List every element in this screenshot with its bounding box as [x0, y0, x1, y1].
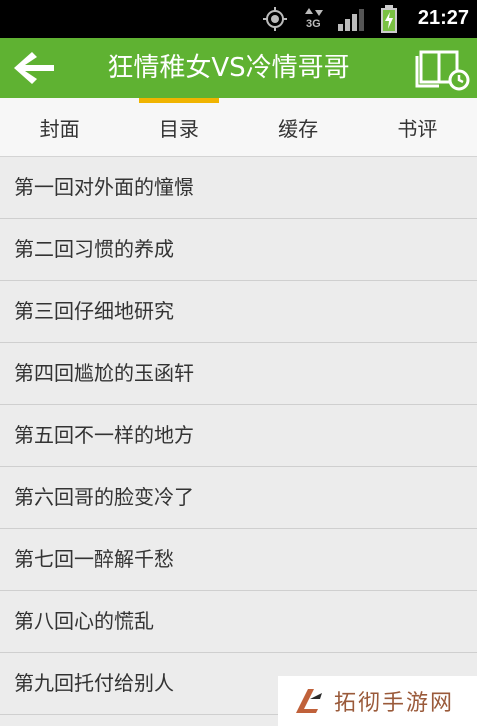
chapter-item[interactable]: 第七回一醉解千愁: [0, 529, 477, 591]
action-bar: 狂情稚女VS冷情哥哥: [0, 38, 477, 98]
bookshelf-button[interactable]: [415, 44, 471, 92]
page-title: 狂情稚女VS冷情哥哥: [107, 53, 350, 83]
chapter-item[interactable]: 第五回不一样的地方: [0, 405, 477, 467]
chapter-item[interactable]: 第六回哥的脸变冷了: [0, 467, 477, 529]
chapter-item[interactable]: 第三回仔细地研究: [0, 281, 477, 343]
chapter-item[interactable]: 第二回习惯的养成: [0, 219, 477, 281]
tab-label: 缓存: [278, 117, 319, 141]
tab-label: 目录: [158, 117, 199, 141]
watermark: 拓彻手游网: [278, 676, 477, 726]
tab-cache[interactable]: 缓存: [239, 98, 358, 156]
tab-contents[interactable]: 目录: [119, 98, 238, 156]
tab-label: 书评: [397, 117, 438, 141]
chapter-item[interactable]: 第一回对外面的憧憬: [0, 157, 477, 219]
arrow-left-icon: [14, 52, 54, 84]
back-button[interactable]: [8, 46, 60, 90]
tab-bar: 封面 目录 缓存 书评: [0, 98, 477, 157]
tab-label: 封面: [39, 117, 80, 141]
gps-icon: [263, 7, 287, 31]
tab-reviews[interactable]: 书评: [358, 98, 477, 156]
signal-icon: [338, 9, 364, 31]
chapter-list: 第一回对外面的憧憬 第二回习惯的养成 第三回仔细地研究 第四回尴尬的玉函轩 第五…: [0, 157, 477, 715]
clock: 21:27: [417, 7, 469, 29]
network-label: 3G: [306, 18, 321, 30]
chapter-item[interactable]: 第八回心的慌乱: [0, 591, 477, 653]
battery-icon: [381, 5, 397, 33]
status-bar: 3G 21:27: [0, 0, 477, 38]
chapter-item[interactable]: 第四回尴尬的玉函轩: [0, 343, 477, 405]
active-tab-indicator: [139, 98, 219, 103]
book-clock-icon: [415, 50, 470, 91]
tab-cover[interactable]: 封面: [0, 98, 119, 156]
watermark-text: 拓彻手游网: [334, 691, 455, 716]
network-3g-icon: 3G: [305, 8, 323, 32]
watermark-logo-icon: [296, 689, 322, 713]
